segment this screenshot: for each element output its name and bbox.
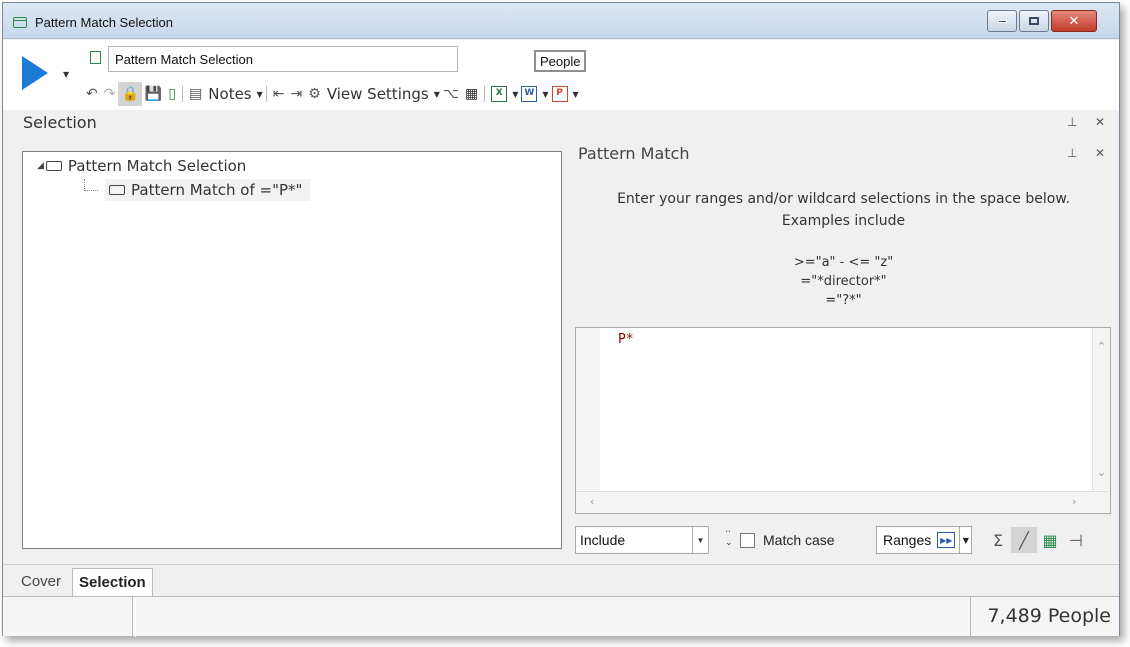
instruction-line-2: Examples include — [781, 213, 906, 229]
record-count: 7,489 People — [987, 605, 1111, 627]
tab-selection[interactable]: Selection — [72, 568, 153, 596]
collapse-arrow-icon[interactable]: ◢ — [37, 161, 44, 171]
tree-node-child[interactable]: Pattern Match of ="P*" — [105, 179, 311, 201]
minimize-button[interactable] — [987, 10, 1017, 32]
pattern-tools: Σ ╱ ▦ ⊣ — [985, 527, 1089, 553]
pattern-match-instructions: Enter your ranges and/or wildcard select… — [571, 188, 1116, 232]
maximize-icon — [1029, 17, 1039, 25]
grid-table-icon[interactable]: ▦ — [462, 82, 481, 106]
maximize-button[interactable] — [1019, 10, 1049, 32]
vertical-scrollbar[interactable]: ⌃ ⌄ — [1092, 328, 1110, 490]
include-select-value: Include — [580, 532, 626, 548]
example-wildcard: ="*director*" — [800, 274, 887, 289]
example-range: >="a" - <= "z" — [793, 255, 894, 270]
close-icon: ✕ — [1068, 13, 1080, 29]
tree-node-label: Pattern Match Selection — [67, 157, 247, 175]
example-any: ="?*" — [825, 293, 862, 308]
fast-forward-icon[interactable]: ▶▶ — [937, 532, 956, 548]
pin-icon[interactable]: ⊥ — [1067, 115, 1077, 129]
selection-name-input[interactable]: Pattern Match Selection — [108, 46, 458, 72]
scroll-down-icon[interactable]: ⌄ — [1097, 466, 1106, 479]
tree-node-label: Pattern Match of ="P*" — [131, 181, 303, 199]
grid-icon[interactable]: ▦ — [1037, 527, 1063, 553]
outdent-icon[interactable]: ⇤ — [270, 82, 288, 106]
dock-icon[interactable]: ⊣ — [1063, 527, 1089, 553]
editor-text[interactable]: P* — [618, 332, 634, 347]
node-icon — [109, 185, 125, 195]
powerpoint-export-icon[interactable]: P — [549, 82, 571, 106]
ranges-dropdown[interactable]: Ranges ▶▶ ▼ — [876, 526, 973, 554]
database-icon[interactable]: ▯ — [165, 82, 179, 106]
ranges-label: Ranges — [883, 532, 932, 548]
toolbar-separator — [265, 86, 267, 102]
pattern-editor[interactable]: P* ⌃ ⌄ ‹ › — [575, 327, 1111, 514]
toolbar-separator — [484, 86, 486, 102]
view-settings-button[interactable]: View Settings — [327, 85, 429, 103]
excel-export-icon[interactable]: X — [488, 82, 510, 106]
node-icon — [45, 161, 62, 171]
tree-connector — [84, 179, 98, 191]
app-window: Pattern Match Selection ✕ ▼ Pattern Matc… — [2, 2, 1120, 637]
tree-node-root[interactable]: ◢ Pattern Match Selection — [37, 155, 246, 177]
indent-icon[interactable]: ⇥ — [288, 82, 306, 106]
status-cell-1 — [3, 597, 133, 637]
toolbar-area: ▼ Pattern Match Selection People ↶ ↷ 🔒 💾… — [3, 40, 1119, 110]
scroll-left-icon[interactable]: ‹ — [590, 495, 594, 508]
scroll-up-icon[interactable]: ⌃ — [1097, 340, 1106, 353]
selection-tree[interactable]: ◢ Pattern Match Selection Pattern Match … — [22, 151, 562, 549]
tab-cover[interactable]: Cover — [15, 568, 67, 596]
powerpoint-dropdown-icon[interactable]: ▼ — [573, 90, 579, 99]
people-button[interactable]: People — [534, 50, 587, 72]
run-button[interactable] — [22, 56, 48, 90]
status-cell-2 — [135, 597, 971, 637]
pattern-examples: >="a" - <= "z" ="*director*" ="?*" — [571, 253, 1116, 310]
selection-panel-title: Selection — [23, 113, 97, 132]
chevron-down-icon[interactable]: ▼ — [692, 527, 708, 553]
redo-icon[interactable]: ↷ — [101, 82, 119, 106]
minimize-icon — [997, 19, 1007, 23]
include-select[interactable]: Include ▼ — [575, 526, 709, 554]
match-case-checkbox[interactable] — [740, 533, 755, 548]
panel-close-icon[interactable]: ✕ — [1095, 115, 1105, 129]
instruction-line-1: Enter your ranges and/or wildcard select… — [617, 191, 1070, 207]
undo-icon[interactable]: ↶ — [83, 82, 101, 106]
match-case-label: Match case — [763, 532, 835, 548]
close-button[interactable]: ✕ — [1051, 10, 1097, 32]
save-icon[interactable]: 💾 — [142, 82, 165, 106]
chevron-down-icon[interactable]: ▼ — [959, 527, 971, 553]
title-bar: Pattern Match Selection ✕ — [3, 3, 1119, 39]
document-icon — [90, 51, 101, 64]
tree-structure-icon[interactable]: ⌥ — [440, 82, 462, 106]
panel-close-icon[interactable]: ✕ — [1095, 146, 1105, 160]
run-dropdown-icon[interactable]: ▼ — [63, 70, 69, 79]
sigma-icon[interactable]: Σ — [985, 527, 1011, 553]
editor-gutter — [576, 328, 600, 490]
horizontal-scrollbar[interactable]: ‹ › — [576, 491, 1110, 513]
sheet-tabs: Cover Selection — [3, 564, 1119, 596]
pencil-icon[interactable]: ╱ — [1011, 527, 1037, 553]
notes-icon[interactable]: ▤ — [186, 82, 205, 106]
main-toolbar: ↶ ↷ 🔒 💾 ▯ ▤ Notes ▼ ⇤ ⇥ ⚙ View Settings … — [83, 82, 579, 106]
scroll-right-icon[interactable]: › — [1072, 495, 1076, 508]
settings-gear-icon[interactable]: ⚙ — [305, 82, 324, 106]
lock-icon[interactable]: 🔒 — [118, 82, 142, 106]
move-updown-icon[interactable]: ‥ ⌄ — [725, 524, 733, 550]
notes-dropdown-icon[interactable]: ▼ — [257, 90, 263, 99]
notes-button[interactable]: Notes — [208, 85, 251, 103]
toolbar-separator — [182, 86, 184, 102]
pattern-match-title: Pattern Match — [578, 144, 690, 163]
window-app-icon — [13, 17, 27, 28]
word-export-icon[interactable]: W — [518, 82, 540, 106]
window-title: Pattern Match Selection — [35, 15, 174, 30]
pin-icon[interactable]: ⊥ — [1067, 146, 1077, 160]
status-bar: 7,489 People — [3, 596, 1119, 637]
